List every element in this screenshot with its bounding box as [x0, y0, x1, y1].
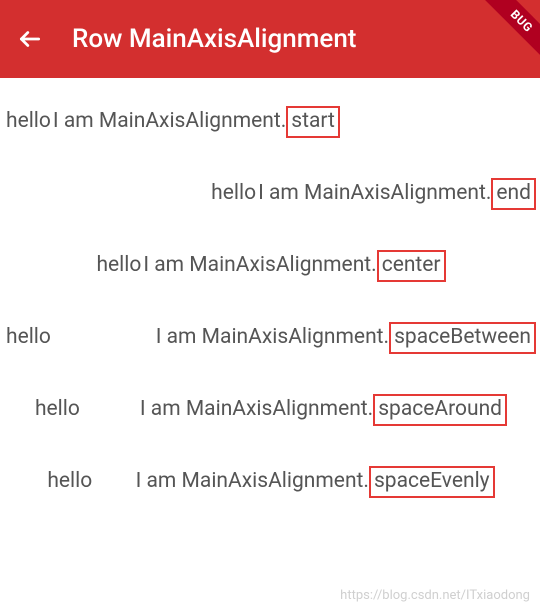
row-prefix-text: I am MainAxisAlignment.: [143, 253, 376, 278]
row-end: hello I am MainAxisAlignment. end: [0, 158, 540, 230]
back-icon[interactable]: [16, 25, 44, 53]
row-prefix-text: I am MainAxisAlignment.: [53, 109, 286, 134]
row-desc: I am MainAxisAlignment. spaceBetween: [156, 322, 536, 353]
watermark-text: https://blog.csdn.net/ITxiaodong: [340, 588, 530, 603]
row-desc: I am MainAxisAlignment. start: [53, 106, 340, 137]
row-prefix-text: I am MainAxisAlignment.: [258, 181, 491, 206]
row-hello-text: hello: [4, 325, 53, 350]
row-prefix-text: I am MainAxisAlignment.: [140, 397, 373, 422]
page-title: Row MainAxisAlignment: [72, 24, 356, 54]
row-desc: I am MainAxisAlignment. spaceEvenly: [136, 466, 495, 497]
row-space-evenly: hello I am MainAxisAlignment. spaceEvenl…: [0, 446, 540, 518]
row-prefix-text: I am MainAxisAlignment.: [136, 469, 369, 494]
row-hello-text: hello: [4, 109, 53, 134]
row-prefix-text: I am MainAxisAlignment.: [156, 325, 389, 350]
row-value-highlight: spaceAround: [373, 394, 507, 425]
row-hello-text: hello: [45, 469, 94, 494]
row-center: hello I am MainAxisAlignment. center: [0, 230, 540, 302]
row-desc: I am MainAxisAlignment. center: [143, 250, 445, 281]
row-value-highlight: end: [491, 178, 536, 209]
row-value-highlight: center: [377, 250, 446, 281]
row-hello-text: hello: [94, 253, 143, 278]
content-area: hello I am MainAxisAlignment. start hell…: [0, 78, 540, 518]
row-value-highlight: spaceEvenly: [369, 466, 495, 497]
row-hello-text: hello: [209, 181, 258, 206]
row-space-between: hello I am MainAxisAlignment. spaceBetwe…: [0, 302, 540, 374]
row-desc: I am MainAxisAlignment. end: [258, 178, 536, 209]
row-hello-text: hello: [33, 397, 82, 422]
app-bar: Row MainAxisAlignment: [0, 0, 540, 78]
row-space-around: hello I am MainAxisAlignment. spaceAroun…: [0, 374, 540, 446]
row-desc: I am MainAxisAlignment. spaceAround: [140, 394, 507, 425]
row-value-highlight: spaceBetween: [389, 322, 536, 353]
row-start: hello I am MainAxisAlignment. start: [0, 86, 540, 158]
row-value-highlight: start: [286, 106, 340, 137]
